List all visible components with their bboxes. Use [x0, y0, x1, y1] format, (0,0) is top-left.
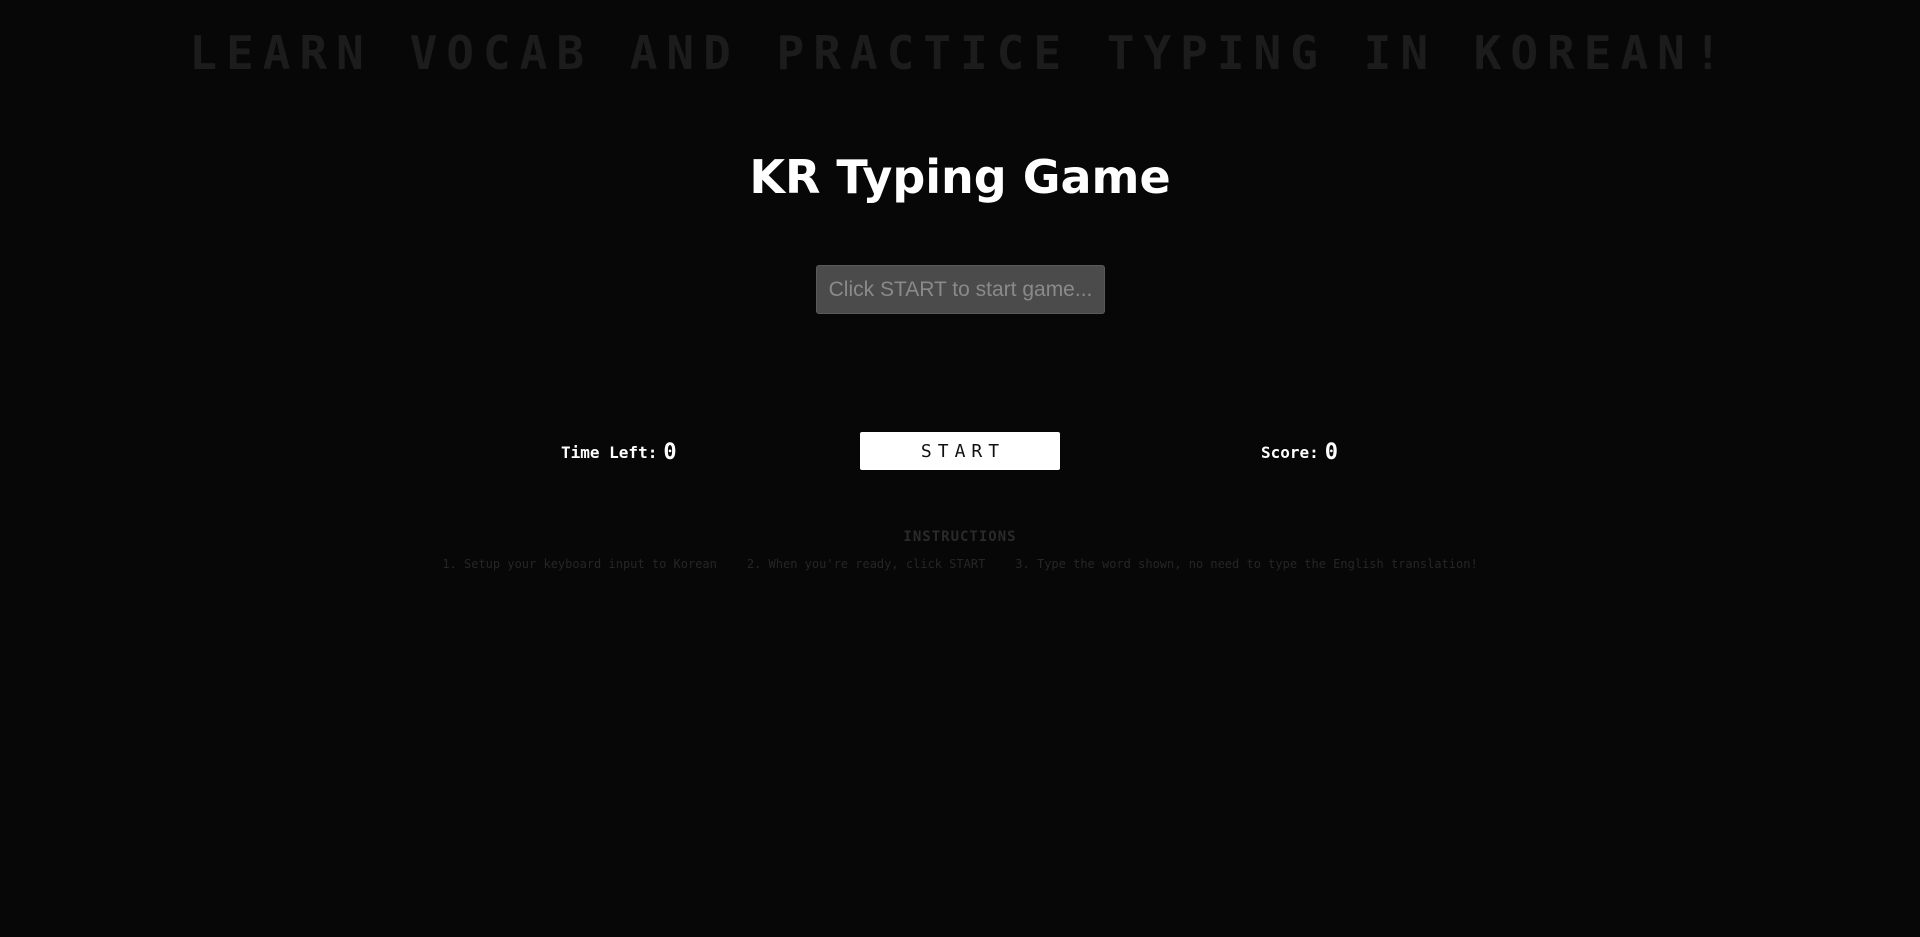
instructions-list: 1. Setup your keyboard input to Korean 2…	[0, 557, 1920, 571]
instruction-step: 3. Type the word shown, no need to type …	[1015, 557, 1478, 571]
current-word-text: Click START to start game...	[828, 277, 1093, 301]
score-stat: Score: 0	[1261, 440, 1338, 465]
score-value: 0	[1324, 440, 1339, 465]
instruction-step: 2. When you're ready, click START	[746, 557, 986, 571]
game-title: KR Typing Game	[749, 150, 1171, 204]
time-left-value: 0	[663, 440, 677, 465]
current-word-display: Click START to start game...	[816, 265, 1105, 314]
time-left-stat: Time Left: 0	[561, 440, 677, 465]
banner-heading: LEARN VOCAB AND PRACTICE TYPING IN KOREA…	[189, 26, 1731, 80]
score-label: Score:	[1261, 443, 1319, 462]
time-left-label: Time Left:	[561, 443, 658, 462]
instruction-step: 1. Setup your keyboard input to Korean	[442, 557, 717, 571]
page: LEARN VOCAB AND PRACTICE TYPING IN KOREA…	[0, 0, 1920, 937]
instructions-title: INSTRUCTIONS	[903, 529, 1017, 545]
start-button[interactable]: START	[860, 432, 1060, 470]
